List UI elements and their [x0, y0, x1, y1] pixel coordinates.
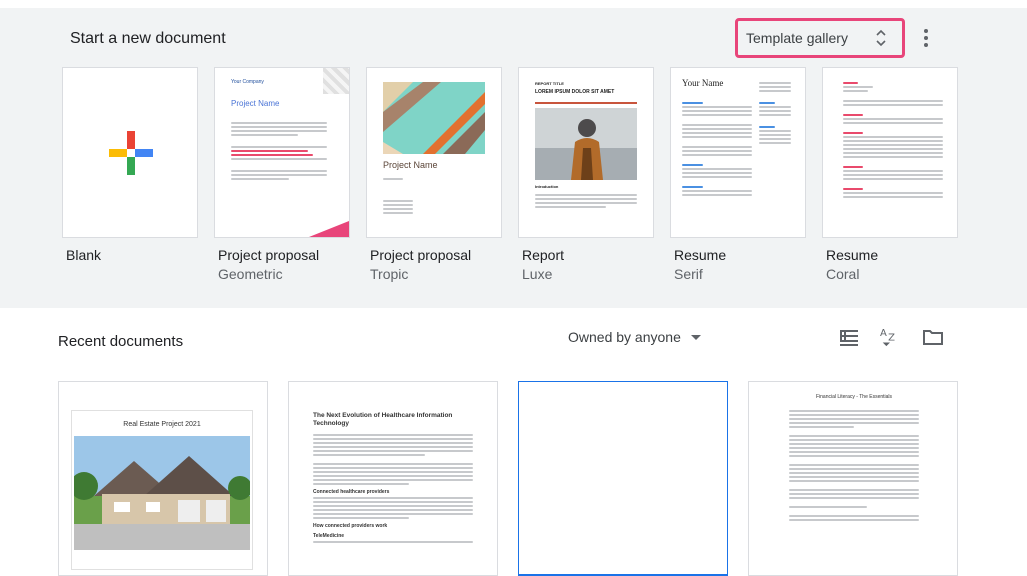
template-gallery-label: Template gallery — [746, 30, 848, 46]
project-name-text: Project Name — [383, 160, 438, 170]
tropic-art — [383, 82, 485, 154]
dropdown-caret-icon — [690, 334, 701, 340]
template-style: Coral — [826, 266, 860, 282]
svg-text:A: A — [880, 328, 887, 339]
template-blank-thumbnail[interactable] — [62, 67, 198, 238]
report-heading: REPORT TITLE — [535, 81, 564, 86]
doc-title: The Next Evolution of Healthcare Informa… — [313, 412, 453, 427]
template-style: Geometric — [218, 266, 283, 282]
doc-heading: TeleMedicine — [313, 533, 345, 539]
svg-text:Z: Z — [888, 333, 895, 344]
template-resume-coral[interactable]: Resume Coral — [822, 67, 958, 282]
resume-name-text: Your Name — [682, 78, 724, 88]
project-name-text: Project Name — [231, 99, 280, 108]
unfold-icon — [876, 29, 886, 47]
template-resume-serif[interactable]: Your Name Resume Serif — [670, 67, 806, 282]
template-name: Project proposal — [218, 247, 320, 263]
report-subheading: LOREM IPSUM DOLOR SIT AMET — [535, 89, 615, 95]
template-style: Tropic — [370, 266, 409, 282]
owner-filter-label: Owned by anyone — [568, 329, 681, 345]
report-photo — [535, 108, 637, 180]
template-name: Resume — [826, 247, 879, 263]
report-intro-heading: Introduction — [535, 184, 559, 189]
template-blank[interactable]: Blank — [62, 67, 198, 263]
template-style: Serif — [674, 266, 703, 282]
start-new-doc-title: Start a new document — [70, 30, 226, 47]
house-photo — [74, 436, 250, 550]
plus-icon — [109, 131, 153, 175]
doc-heading: How connected providers work — [313, 523, 388, 529]
template-report-luxe[interactable]: REPORT TITLE LOREM IPSUM DOLOR SIT AMET … — [518, 67, 654, 282]
template-proposal-tropic[interactable]: Project Name Project proposal Tropic — [366, 67, 502, 282]
recent-doc-card[interactable]: The Next Evolution of Healthcare Informa… — [288, 381, 498, 576]
more-options-icon[interactable] — [916, 26, 936, 50]
template-name: Report — [522, 247, 565, 263]
template-thumbnail[interactable]: REPORT TITLE LOREM IPSUM DOLOR SIT AMET … — [518, 67, 654, 238]
template-style: Luxe — [522, 266, 553, 282]
template-proposal-geometric[interactable]: Your Company Project Name Project propos… — [214, 67, 350, 282]
doc-preview: Financial Literacy - The Essentials — [789, 394, 919, 523]
template-thumbnail[interactable]: Your Name — [670, 67, 806, 238]
list-view-icon[interactable] — [838, 327, 860, 347]
sort-az-icon[interactable]: A Z — [879, 327, 901, 347]
recent-doc-card[interactable]: Real Estate Project 2021 — [58, 381, 268, 576]
template-name: Resume — [674, 247, 727, 263]
recent-doc-card[interactable] — [518, 381, 728, 576]
template-thumbnail[interactable]: Project Name — [366, 67, 502, 238]
template-thumbnail[interactable]: Your Company Project Name — [214, 67, 350, 238]
template-gallery-section: Start a new document Template gallery Bl… — [0, 8, 1027, 308]
template-name: Blank — [66, 247, 102, 263]
recent-documents-title: Recent documents — [58, 333, 184, 350]
template-thumbnail[interactable] — [822, 67, 958, 238]
doc-preview: The Next Evolution of Healthcare Informa… — [313, 412, 473, 545]
template-gallery-button[interactable]: Template gallery — [735, 18, 905, 58]
doc-preview: Real Estate Project 2021 — [71, 410, 253, 570]
template-name: Project proposal — [370, 247, 472, 263]
owner-filter-dropdown[interactable]: Owned by anyone — [568, 329, 701, 345]
company-text: Your Company — [231, 79, 264, 85]
doc-heading: Connected healthcare providers — [313, 489, 390, 495]
doc-title: Real Estate Project 2021 — [123, 421, 201, 428]
folder-icon[interactable] — [922, 327, 944, 347]
recent-doc-card[interactable]: Financial Literacy - The Essentials — [748, 381, 958, 576]
